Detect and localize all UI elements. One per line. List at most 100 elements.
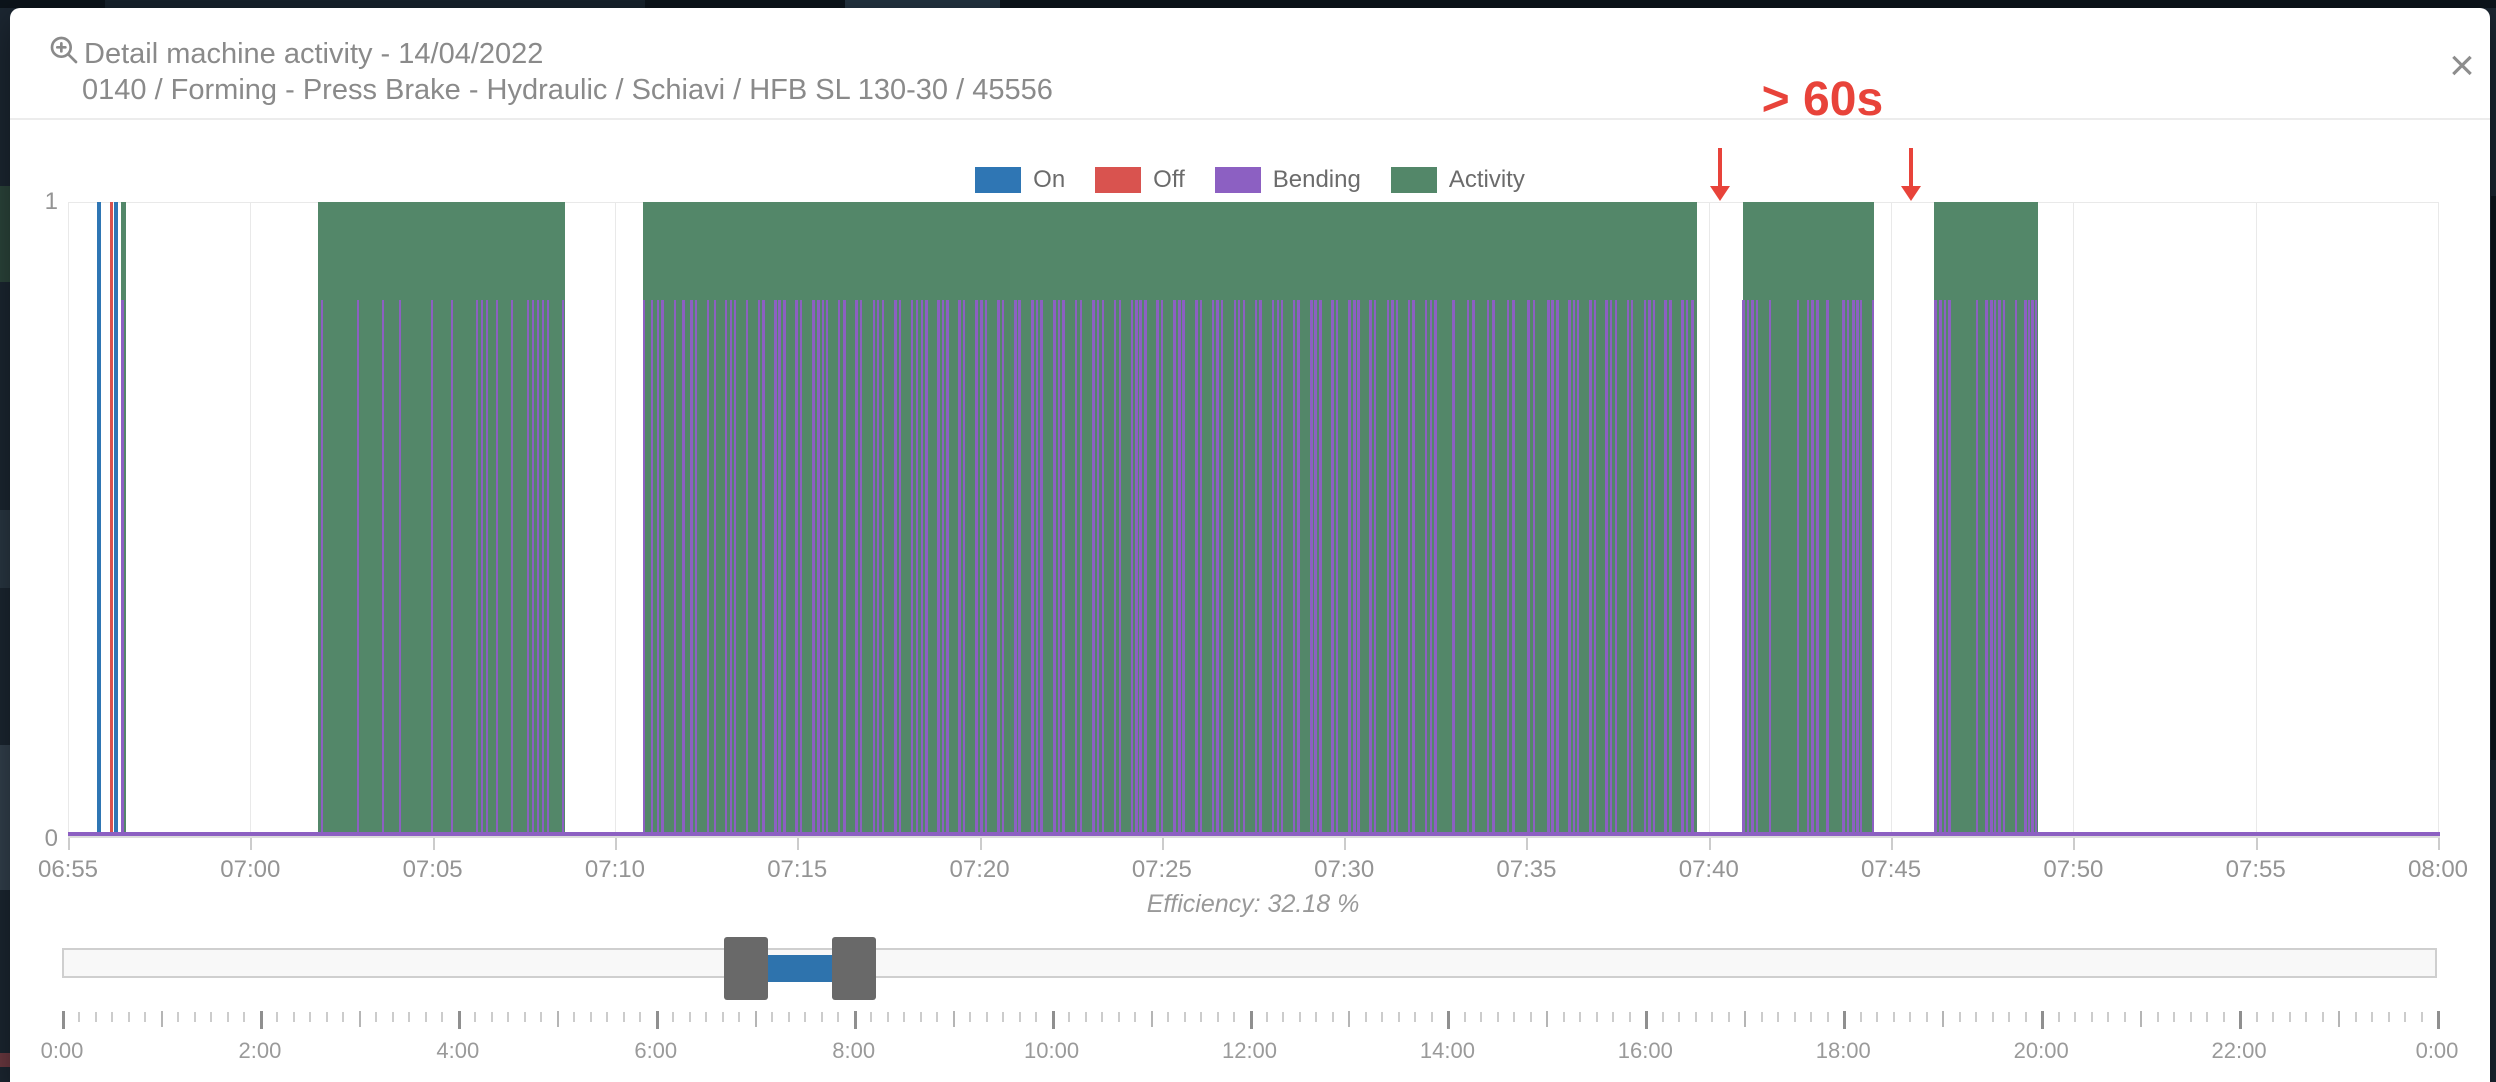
bending-pulse [1036,300,1039,835]
bending-pulse [1277,300,1280,835]
ruler-minor-tick [177,1012,179,1022]
bending-pulse [1412,300,1415,835]
bending-pulse [730,300,733,835]
ruler-minor-tick [1315,1012,1317,1022]
ruler-label-1000: 10:00 [1024,1038,1079,1064]
bending-pulse [1556,300,1559,835]
ruler-minor-tick [1398,1012,1400,1022]
ruler-minor-tick [837,1012,839,1022]
background-top-text-remnant [105,0,645,8]
ruler-minor-tick [2355,1012,2357,1022]
bending-pulse [542,300,545,835]
ruler-minor-tick [1695,1012,1697,1022]
ruler-hour-tick [62,1011,65,1029]
bending-pulse [1533,300,1536,835]
annotation-gt60s-label: > 60s [1762,72,1883,127]
bending-pulse [1807,300,1810,835]
ruler-minor-tick [2256,1012,2258,1022]
gridline-07:00 [250,202,251,837]
x-axis-label: 07:00 [220,856,280,884]
ruler-hour-tick [2437,1011,2440,1029]
bending-pulse [762,300,765,835]
ruler-minor-tick [1662,1012,1664,1022]
arrow-shaft [1909,148,1913,186]
activity-block [318,202,565,835]
bending-pulse [778,300,781,835]
bending-pulse [894,300,897,835]
activity-block [121,202,127,835]
ruler-minor-tick [1777,1012,1779,1022]
background-sidebar-active-item [0,186,10,282]
bending-pulse [1434,300,1437,835]
bending-pulse [707,300,710,835]
bending-pulse [2031,300,2034,835]
bending-pulse [1507,300,1510,835]
legend-label: Off [1153,166,1185,194]
bending-pulse [873,300,876,835]
legend-item-activity[interactable]: Activity [1391,166,1525,194]
bending-pulse [1577,300,1580,835]
activity-block [1934,202,2038,835]
bending-pulse [1691,300,1694,835]
ruler-hour-tick [854,1011,857,1029]
bending-pulse [1644,300,1647,835]
slider-handle-left[interactable] [724,937,768,1000]
efficiency-label: Efficiency: 32.18 % [1147,890,1360,919]
ruler-minor-tick [474,1012,476,1022]
bending-pulse [357,300,360,835]
gridline-07:30 [1344,202,1345,837]
bending-pulse [1742,300,1745,835]
bending-pulse [1527,300,1530,835]
on-line [97,202,101,835]
ruler-minor-tick [1810,1012,1812,1022]
ruler-hour-tick [1744,1011,1746,1027]
gridline-07:40 [1709,202,1710,837]
time-range-slider-selection[interactable] [768,955,831,982]
legend-item-bending[interactable]: Bending [1215,166,1361,194]
ruler-hour-tick [161,1011,163,1027]
ruler-hour-tick [359,1011,361,1027]
bending-pulse [532,300,535,835]
bending-pulse [1092,300,1095,835]
axis-tick-07:50 [2073,837,2075,850]
ruler-minor-tick [738,1012,740,1022]
ruler-minor-tick [1233,1012,1235,1022]
gridline-07:10 [615,202,616,837]
ruler-minor-tick [1992,1012,1994,1022]
ruler-minor-tick [1085,1012,1087,1022]
bending-pulse [1452,300,1455,835]
close-icon[interactable]: × [2440,44,2484,88]
bending-pulse [1664,300,1667,835]
ruler-minor-tick [342,1012,344,1022]
ruler-minor-tick [623,1012,625,1022]
ruler-hour-tick [2140,1011,2142,1027]
ruler-minor-tick [441,1012,443,1022]
axis-tick-06:55 [68,837,70,850]
slider-handle-right[interactable] [832,937,876,1000]
legend-swatch-off [1095,167,1141,193]
bending-pulse [1156,300,1159,835]
ruler-minor-tick [95,1012,97,1022]
bending-pulse [975,300,978,835]
axis-tick-07:30 [1344,837,1346,850]
ruler-minor-tick [2157,1012,2159,1022]
ruler-minor-tick [2371,1012,2373,1022]
bending-pulse [1040,300,1043,835]
bending-pulse [1114,300,1117,835]
legend-item-off[interactable]: Off [1095,166,1185,194]
ruler-hour-tick [2041,1011,2044,1029]
ruler-hour-tick [1546,1011,1548,1027]
time-range-slider-track[interactable] [62,948,2437,978]
gridline-06:55 [68,202,69,837]
ruler-minor-tick [573,1012,575,1022]
bending-pulse [1387,300,1390,835]
ruler-label-000: 0:00 [2416,1038,2459,1064]
ruler-minor-tick [1101,1012,1103,1022]
legend-label: Bending [1273,166,1361,194]
ruler-minor-tick [392,1012,394,1022]
ruler-minor-tick [375,1012,377,1022]
ruler-minor-tick [722,1012,724,1022]
ruler-minor-tick [870,1012,872,1022]
ruler-minor-tick [1761,1012,1763,1022]
legend-item-on[interactable]: On [975,166,1065,194]
